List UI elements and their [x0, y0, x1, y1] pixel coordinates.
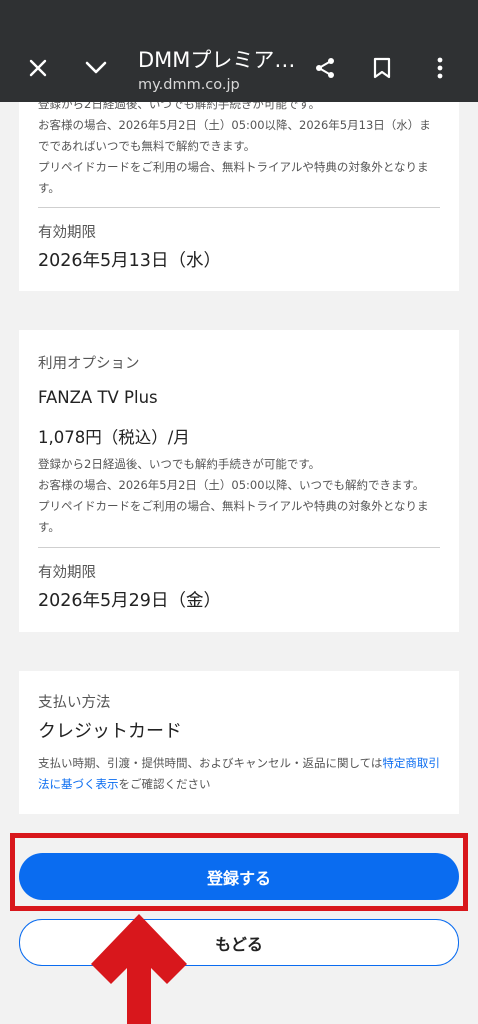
register-button[interactable]: 登録する: [19, 853, 459, 900]
page-url: my.dmm.co.jp: [138, 77, 240, 93]
browser-top-bar: DMMプレミア… my.dmm.co.jp: [0, 0, 478, 102]
cancel-note-2: お客様の場合、2026年5月2日（土）05:00以降、いつでも解約できます。: [38, 478, 425, 492]
divider: [38, 207, 440, 208]
cancel-note-1: 登録から2日経過後、いつでも解約手続きが可能です。: [38, 457, 321, 471]
bookmark-icon[interactable]: [362, 48, 402, 88]
payment-card: 支払い方法 クレジットカード 支払い時期、引渡・提供時間、およびキャンセル・返品…: [19, 671, 459, 814]
plan-card: 登録から2日経過後、いつでも解約手続きが可能です。 お客様の場合、2026年5月…: [19, 90, 459, 291]
payment-note-prefix: 支払い時期、引渡・提供時間、およびキャンセル・返品に関しては: [38, 756, 383, 770]
option-card: 利用オプション FANZA TV Plus 1,078円（税込）/月 登録から2…: [19, 330, 459, 632]
close-icon[interactable]: [18, 48, 58, 88]
arrow-up-icon: [91, 914, 187, 1024]
expiry-value: 2026年5月29日（金）: [38, 591, 221, 611]
payment-note: 支払い時期、引渡・提供時間、およびキャンセル・返品に関しては特定商取引法に基づく…: [38, 753, 440, 795]
expiry-label: 有効期限: [38, 565, 96, 581]
page-title: DMMプレミア…: [138, 48, 296, 72]
option-price: 1,078円（税込）/月: [38, 428, 190, 447]
cancel-note: お客様の場合、2026年5月2日（土）05:00以降、2026年5月13日（水）…: [38, 118, 431, 153]
payment-label: 支払い方法: [38, 695, 111, 711]
payment-note-suffix: をご確認ください: [118, 777, 211, 791]
expiry-value: 2026年5月13日（水）: [38, 251, 221, 271]
prepaid-note: プリペイドカードをご利用の場合、無料トライアルや特典の対象外となります。: [38, 499, 429, 534]
chevron-down-icon[interactable]: [76, 48, 116, 88]
divider: [38, 547, 440, 548]
option-label: 利用オプション: [38, 356, 140, 372]
expiry-label: 有効期限: [38, 225, 96, 241]
back-button[interactable]: もどる: [19, 919, 459, 966]
page-content: 登録から2日経過後、いつでも解約手続きが可能です。 お客様の場合、2026年5月…: [0, 0, 478, 1024]
share-icon[interactable]: [305, 48, 345, 88]
more-vert-icon[interactable]: [420, 48, 460, 88]
payment-method: クレジットカード: [38, 721, 182, 742]
prepaid-note: プリペイドカードをご利用の場合、無料トライアルや特典の対象外となります。: [38, 160, 429, 195]
option-name: FANZA TV Plus: [38, 388, 158, 407]
